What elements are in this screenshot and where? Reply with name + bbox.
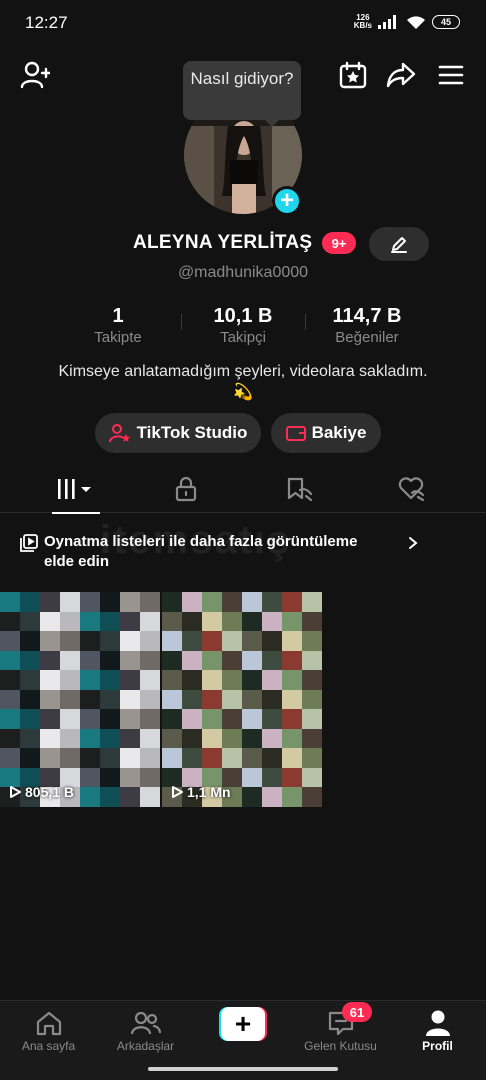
nav-friends-label: Arkadaşlar bbox=[116, 1039, 175, 1053]
signal-icon bbox=[378, 15, 396, 29]
stat-following-value: 1 bbox=[112, 305, 124, 327]
home-icon bbox=[36, 1011, 61, 1036]
play-icon bbox=[172, 786, 183, 798]
profile-name: ALEYNA YERLİTAŞ bbox=[133, 232, 313, 253]
stat-following[interactable]: 1 Takipte bbox=[63, 305, 173, 346]
playlist-promo-banner[interactable]: Oynatma listeleri ile daha fazla görüntü… bbox=[0, 520, 486, 580]
tiktok-studio-button[interactable]: TikTok Studio bbox=[95, 413, 261, 453]
video-grid: 805,1 B 1,1 Mn bbox=[0, 592, 486, 807]
nav-home-label: Ana sayfa bbox=[21, 1039, 76, 1053]
stat-divider bbox=[181, 314, 182, 330]
balance-button[interactable]: Bakiye bbox=[271, 413, 381, 453]
stat-following-label: Takipte bbox=[94, 329, 142, 346]
wifi-icon bbox=[407, 15, 425, 29]
battery-icon: 45 bbox=[432, 15, 460, 29]
notification-badge[interactable]: 9+ bbox=[322, 232, 356, 254]
video-thumbnail[interactable]: 805,1 B bbox=[0, 592, 160, 807]
plus-icon: + bbox=[279, 187, 294, 214]
profile-tabs bbox=[0, 465, 486, 514]
view-count: 805,1 B bbox=[8, 784, 74, 800]
bio-emoji: 💫 bbox=[233, 384, 253, 401]
clock: 12:27 bbox=[25, 13, 68, 32]
username-handle: @madhunika0000 bbox=[177, 264, 309, 281]
edit-profile-button[interactable] bbox=[369, 227, 429, 261]
inbox-badge: 61 bbox=[342, 1002, 372, 1022]
share-button[interactable] bbox=[384, 58, 418, 92]
tab-private[interactable] bbox=[125, 465, 247, 513]
view-count-text: 805,1 B bbox=[25, 784, 75, 800]
calendar-button[interactable] bbox=[336, 58, 370, 92]
add-friend-button[interactable] bbox=[18, 58, 52, 92]
repost-tag-icon bbox=[287, 477, 313, 502]
nav-profile[interactable]: Profil bbox=[389, 1007, 486, 1053]
network-speed-unit: KB/s bbox=[353, 21, 372, 30]
view-count-text: 1,1 Mn bbox=[187, 784, 231, 800]
heart-hidden-icon bbox=[398, 477, 425, 501]
gesture-bar[interactable] bbox=[148, 1067, 338, 1071]
friends-icon bbox=[130, 1011, 161, 1035]
status-tooltip[interactable]: Nasıl gidiyor? bbox=[183, 61, 301, 127]
pencil-icon bbox=[391, 237, 407, 253]
tab-liked[interactable] bbox=[350, 465, 472, 513]
video-thumbnail[interactable]: 1,1 Mn bbox=[162, 592, 322, 807]
menu-button[interactable] bbox=[434, 58, 468, 92]
plus-icon: + bbox=[221, 1007, 265, 1041]
nav-inbox[interactable]: Gelen Kutusu bbox=[292, 1007, 389, 1053]
nav-friends[interactable]: Arkadaşlar bbox=[97, 1007, 194, 1053]
stat-followers[interactable]: 10,1 B Takipçi bbox=[188, 305, 298, 346]
stat-likes[interactable]: 114,7 B Beğeniler bbox=[312, 305, 422, 346]
nav-profile-label: Profil bbox=[422, 1039, 453, 1053]
status-bar: 12:27 126 KB/s 45 bbox=[0, 0, 486, 46]
create-button[interactable]: + bbox=[219, 1007, 267, 1041]
nav-inbox-label: Gelen Kutusu bbox=[304, 1039, 377, 1053]
add-user-icon bbox=[20, 61, 50, 89]
tab-reposts[interactable] bbox=[239, 465, 361, 513]
chevron-right-icon bbox=[409, 537, 418, 549]
view-count: 1,1 Mn bbox=[170, 784, 231, 800]
stat-followers-value: 10,1 B bbox=[213, 305, 273, 327]
status-icons: 126 KB/s 45 bbox=[354, 14, 460, 30]
network-speed: 126 KB/s bbox=[354, 14, 372, 30]
share-arrow-icon bbox=[386, 62, 416, 88]
tiktok-studio-label: TikTok Studio bbox=[136, 423, 248, 442]
playlist-promo-text: Oynatma listeleri ile daha fazla görüntü… bbox=[44, 533, 358, 570]
profile-bio: Kimseye anlatamadığım şeyleri, videolara… bbox=[0, 361, 486, 403]
nav-home[interactable]: Ana sayfa bbox=[0, 1007, 97, 1053]
calendar-star-icon bbox=[339, 61, 367, 89]
studio-user-star-icon bbox=[108, 424, 130, 443]
stat-likes-label: Beğeniler bbox=[335, 329, 399, 346]
video-thumbnail-image bbox=[162, 592, 322, 807]
stat-divider bbox=[305, 314, 306, 330]
bio-text: Kimseye anlatamadığım şeyleri, videolara… bbox=[58, 363, 428, 380]
add-story-button[interactable]: + bbox=[272, 186, 302, 216]
playlist-icon bbox=[20, 534, 38, 552]
video-grid-icon bbox=[58, 479, 91, 499]
tab-videos[interactable] bbox=[15, 465, 137, 514]
stat-likes-value: 114,7 B bbox=[332, 305, 402, 327]
wallet-icon bbox=[285, 426, 306, 441]
stat-followers-label: Takipçi bbox=[220, 329, 266, 346]
profile-icon bbox=[425, 1010, 450, 1036]
play-icon bbox=[10, 786, 21, 798]
video-thumbnail-image bbox=[0, 592, 160, 807]
hamburger-menu-icon bbox=[438, 65, 464, 85]
balance-label: Bakiye bbox=[311, 423, 367, 442]
lock-icon bbox=[175, 476, 197, 502]
